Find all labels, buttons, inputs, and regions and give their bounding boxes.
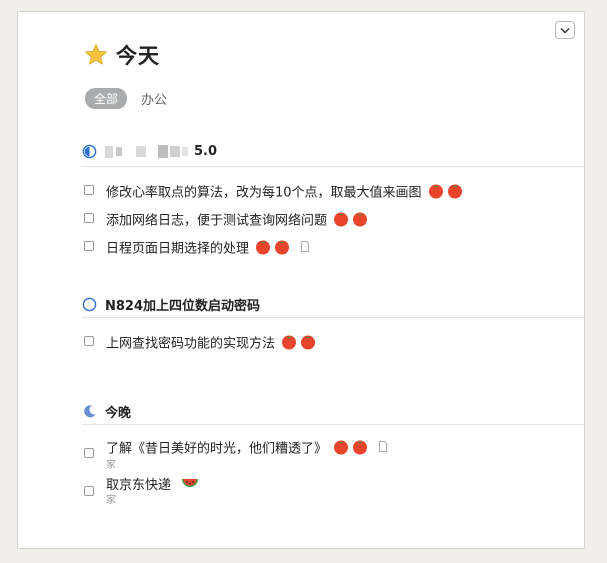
chevron-down-icon: [560, 27, 570, 34]
task-item[interactable]: 日程页面日期选择的处理: [84, 238, 310, 260]
task-title: 取京东快递: [106, 478, 172, 493]
task-item[interactable]: 取京东快递 家: [84, 476, 199, 506]
section-header-evening: 今晚: [82, 402, 131, 421]
task-tag: 家: [106, 495, 116, 506]
moon-icon: [84, 405, 96, 418]
filter-bar: 全部 办公: [85, 88, 167, 109]
progress-circle-icon: [82, 144, 97, 159]
page-header: 今天: [84, 40, 160, 70]
circle-icon: [82, 297, 97, 312]
star-icon: [84, 43, 108, 65]
tomato-icon: [333, 210, 369, 232]
task-title: 添加网络日志，便于测试查询网络问题: [106, 213, 328, 229]
note-icon: [379, 441, 388, 457]
task-checkbox[interactable]: [84, 241, 94, 251]
tomato-icon: [428, 182, 464, 204]
section-divider: [82, 424, 584, 425]
section-title: N824加上四位数启动密码: [105, 299, 261, 314]
task-checkbox[interactable]: [84, 336, 94, 346]
collapse-button[interactable]: [555, 21, 575, 39]
task-item[interactable]: 上网查找密码功能的实现方法: [84, 333, 317, 355]
section-title: 今晚: [105, 406, 132, 421]
task-title: 修改心率取点的算法，改为每10个点，取最大值来画图: [106, 185, 422, 201]
section-header-project[interactable]: N824加上四位数启动密码: [82, 295, 260, 314]
today-window: 今天 全部 办公 5.0 修改心率取点的算法，改为每10个点，取最大值来画图 添…: [17, 11, 585, 549]
note-icon: [301, 241, 310, 257]
page-title: 今天: [116, 44, 160, 68]
task-title: 日程页面日期选择的处理: [106, 241, 250, 257]
task-checkbox[interactable]: [84, 448, 94, 458]
task-checkbox[interactable]: [84, 185, 94, 195]
task-checkbox[interactable]: [84, 213, 94, 223]
task-checkbox[interactable]: [84, 486, 94, 496]
task-item[interactable]: 添加网络日志，便于测试查询网络问题: [84, 210, 369, 232]
task-item[interactable]: 了解《昔日美好的时光，他们糟透了》 家: [84, 438, 388, 471]
tomato-icon: [281, 333, 317, 355]
section-header-project[interactable]: 5.0: [82, 144, 217, 159]
filter-office[interactable]: 办公: [141, 89, 167, 108]
task-tag: 家: [106, 460, 116, 471]
filter-all[interactable]: 全部: [85, 88, 128, 109]
task-title: 上网查找密码功能的实现方法: [106, 336, 276, 352]
watermelon-icon: [181, 476, 199, 495]
section-divider: [82, 317, 584, 318]
redacted-name: [105, 145, 188, 158]
section-title: 5.0: [194, 144, 218, 159]
section-divider: [82, 166, 584, 167]
task-item[interactable]: 修改心率取点的算法，改为每10个点，取最大值来画图: [84, 182, 464, 204]
task-title: 了解《昔日美好的时光，他们糟透了》: [106, 441, 328, 457]
tomato-icon: [255, 238, 291, 260]
tomato-icon: [333, 438, 369, 460]
